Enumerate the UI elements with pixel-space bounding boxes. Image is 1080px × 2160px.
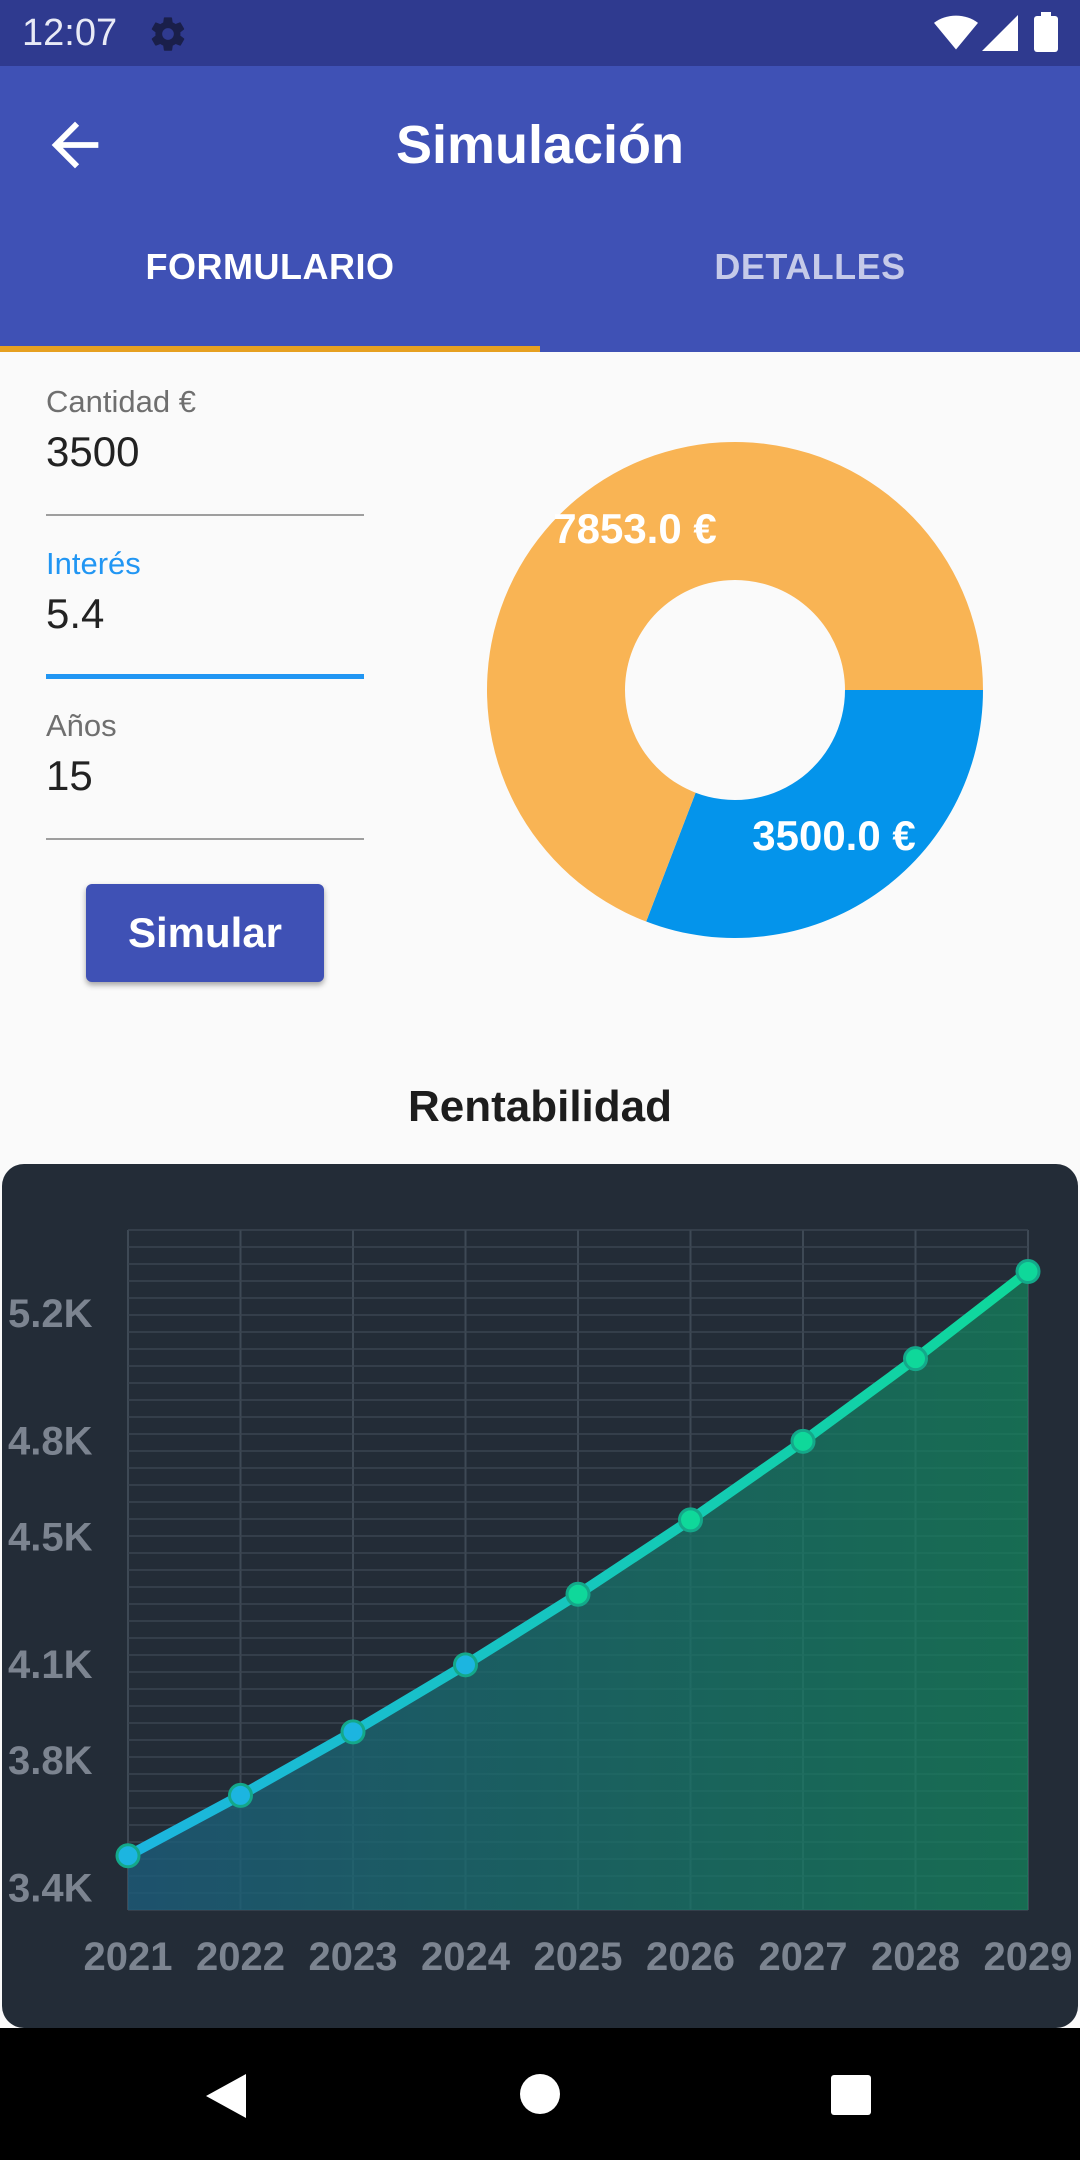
app-bar: Simulación FORMULARIO DETALLES bbox=[0, 66, 1080, 352]
gear-icon bbox=[151, 17, 185, 51]
x-tick-label: 2029 bbox=[984, 1935, 1073, 1979]
cantidad-field[interactable]: Cantidad € 3500 bbox=[46, 384, 364, 516]
y-tick-label: 4.8K bbox=[8, 1420, 93, 1464]
cantidad-label: Cantidad € bbox=[46, 384, 196, 419]
data-point bbox=[228, 1782, 253, 1808]
circle-home-icon[interactable] bbox=[518, 2072, 562, 2116]
status-bar: 12:07 bbox=[0, 0, 1080, 66]
cantidad-input[interactable]: 3500 bbox=[46, 428, 364, 476]
x-tick-label: 2023 bbox=[309, 1935, 398, 1979]
y-tick-label: 5.2K bbox=[8, 1292, 93, 1336]
square-recents-icon[interactable] bbox=[830, 2074, 872, 2116]
interes-underline bbox=[46, 674, 364, 679]
y-tick-label: 3.8K bbox=[8, 1739, 93, 1783]
rentabilidad-title: Rentabilidad bbox=[407, 1082, 673, 1131]
rentabilidad-chart-card: 3.4K 3.8K 4.1K 4.5K 4.8K 5.2K 2021 2022 2023 2024… bbox=[2, 1164, 1078, 2028]
interes-field[interactable]: Interés 5.4 bbox=[46, 546, 364, 679]
signal-icon bbox=[982, 15, 1018, 51]
tab-detalles[interactable]: DETALLES bbox=[540, 246, 1080, 288]
navigation-bar bbox=[0, 2028, 1080, 2160]
cantidad-underline bbox=[46, 514, 364, 516]
data-point bbox=[790, 1428, 816, 1454]
y-tick-label: 3.4K bbox=[8, 1867, 93, 1911]
wifi-icon bbox=[934, 15, 978, 50]
x-tick-label: 2027 bbox=[759, 1935, 848, 1979]
y-tick-label: 4.5K bbox=[8, 1515, 93, 1559]
data-point bbox=[1015, 1259, 1041, 1285]
interes-input[interactable]: 5.4 bbox=[46, 590, 364, 638]
pie-label-principal: 3500.0 € bbox=[752, 812, 916, 859]
tab-formulario[interactable]: FORMULARIO bbox=[0, 246, 540, 288]
data-point bbox=[340, 1719, 366, 1745]
status-time: 12:07 bbox=[22, 12, 118, 54]
x-tick-label: 2021 bbox=[84, 1935, 173, 1979]
x-tick-label: 2026 bbox=[646, 1935, 735, 1979]
triangle-back-icon[interactable] bbox=[204, 2072, 248, 2120]
anos-input[interactable]: 15 bbox=[46, 752, 364, 800]
page-title: Simulación bbox=[395, 115, 685, 175]
data-point bbox=[453, 1652, 478, 1678]
interes-label: Interés bbox=[46, 546, 141, 581]
anos-field[interactable]: Años 15 bbox=[46, 708, 364, 840]
data-point bbox=[678, 1507, 703, 1533]
simular-button[interactable]: Simular bbox=[86, 884, 324, 982]
rentabilidad-line-chart: 3.4K 3.8K 4.1K 4.5K 4.8K 5.2K 2021 2022 2023 2024… bbox=[8, 1229, 1073, 1979]
x-tick-label: 2028 bbox=[871, 1935, 960, 1979]
tab-indicator bbox=[0, 346, 540, 352]
pie-label-interes: 7853.0 € bbox=[553, 505, 717, 552]
y-tick-label: 4.1K bbox=[8, 1643, 93, 1687]
battery-icon bbox=[1034, 12, 1058, 52]
data-point bbox=[115, 1843, 141, 1869]
x-tick-label: 2025 bbox=[534, 1935, 623, 1979]
x-tick-label: 2024 bbox=[421, 1935, 511, 1979]
anos-underline bbox=[46, 838, 364, 840]
x-tick-label: 2022 bbox=[196, 1935, 285, 1979]
data-point bbox=[565, 1581, 591, 1607]
data-point bbox=[903, 1346, 928, 1372]
anos-label: Años bbox=[46, 708, 117, 743]
donut-chart: 7853.0 € 3500.0 € bbox=[486, 442, 983, 938]
